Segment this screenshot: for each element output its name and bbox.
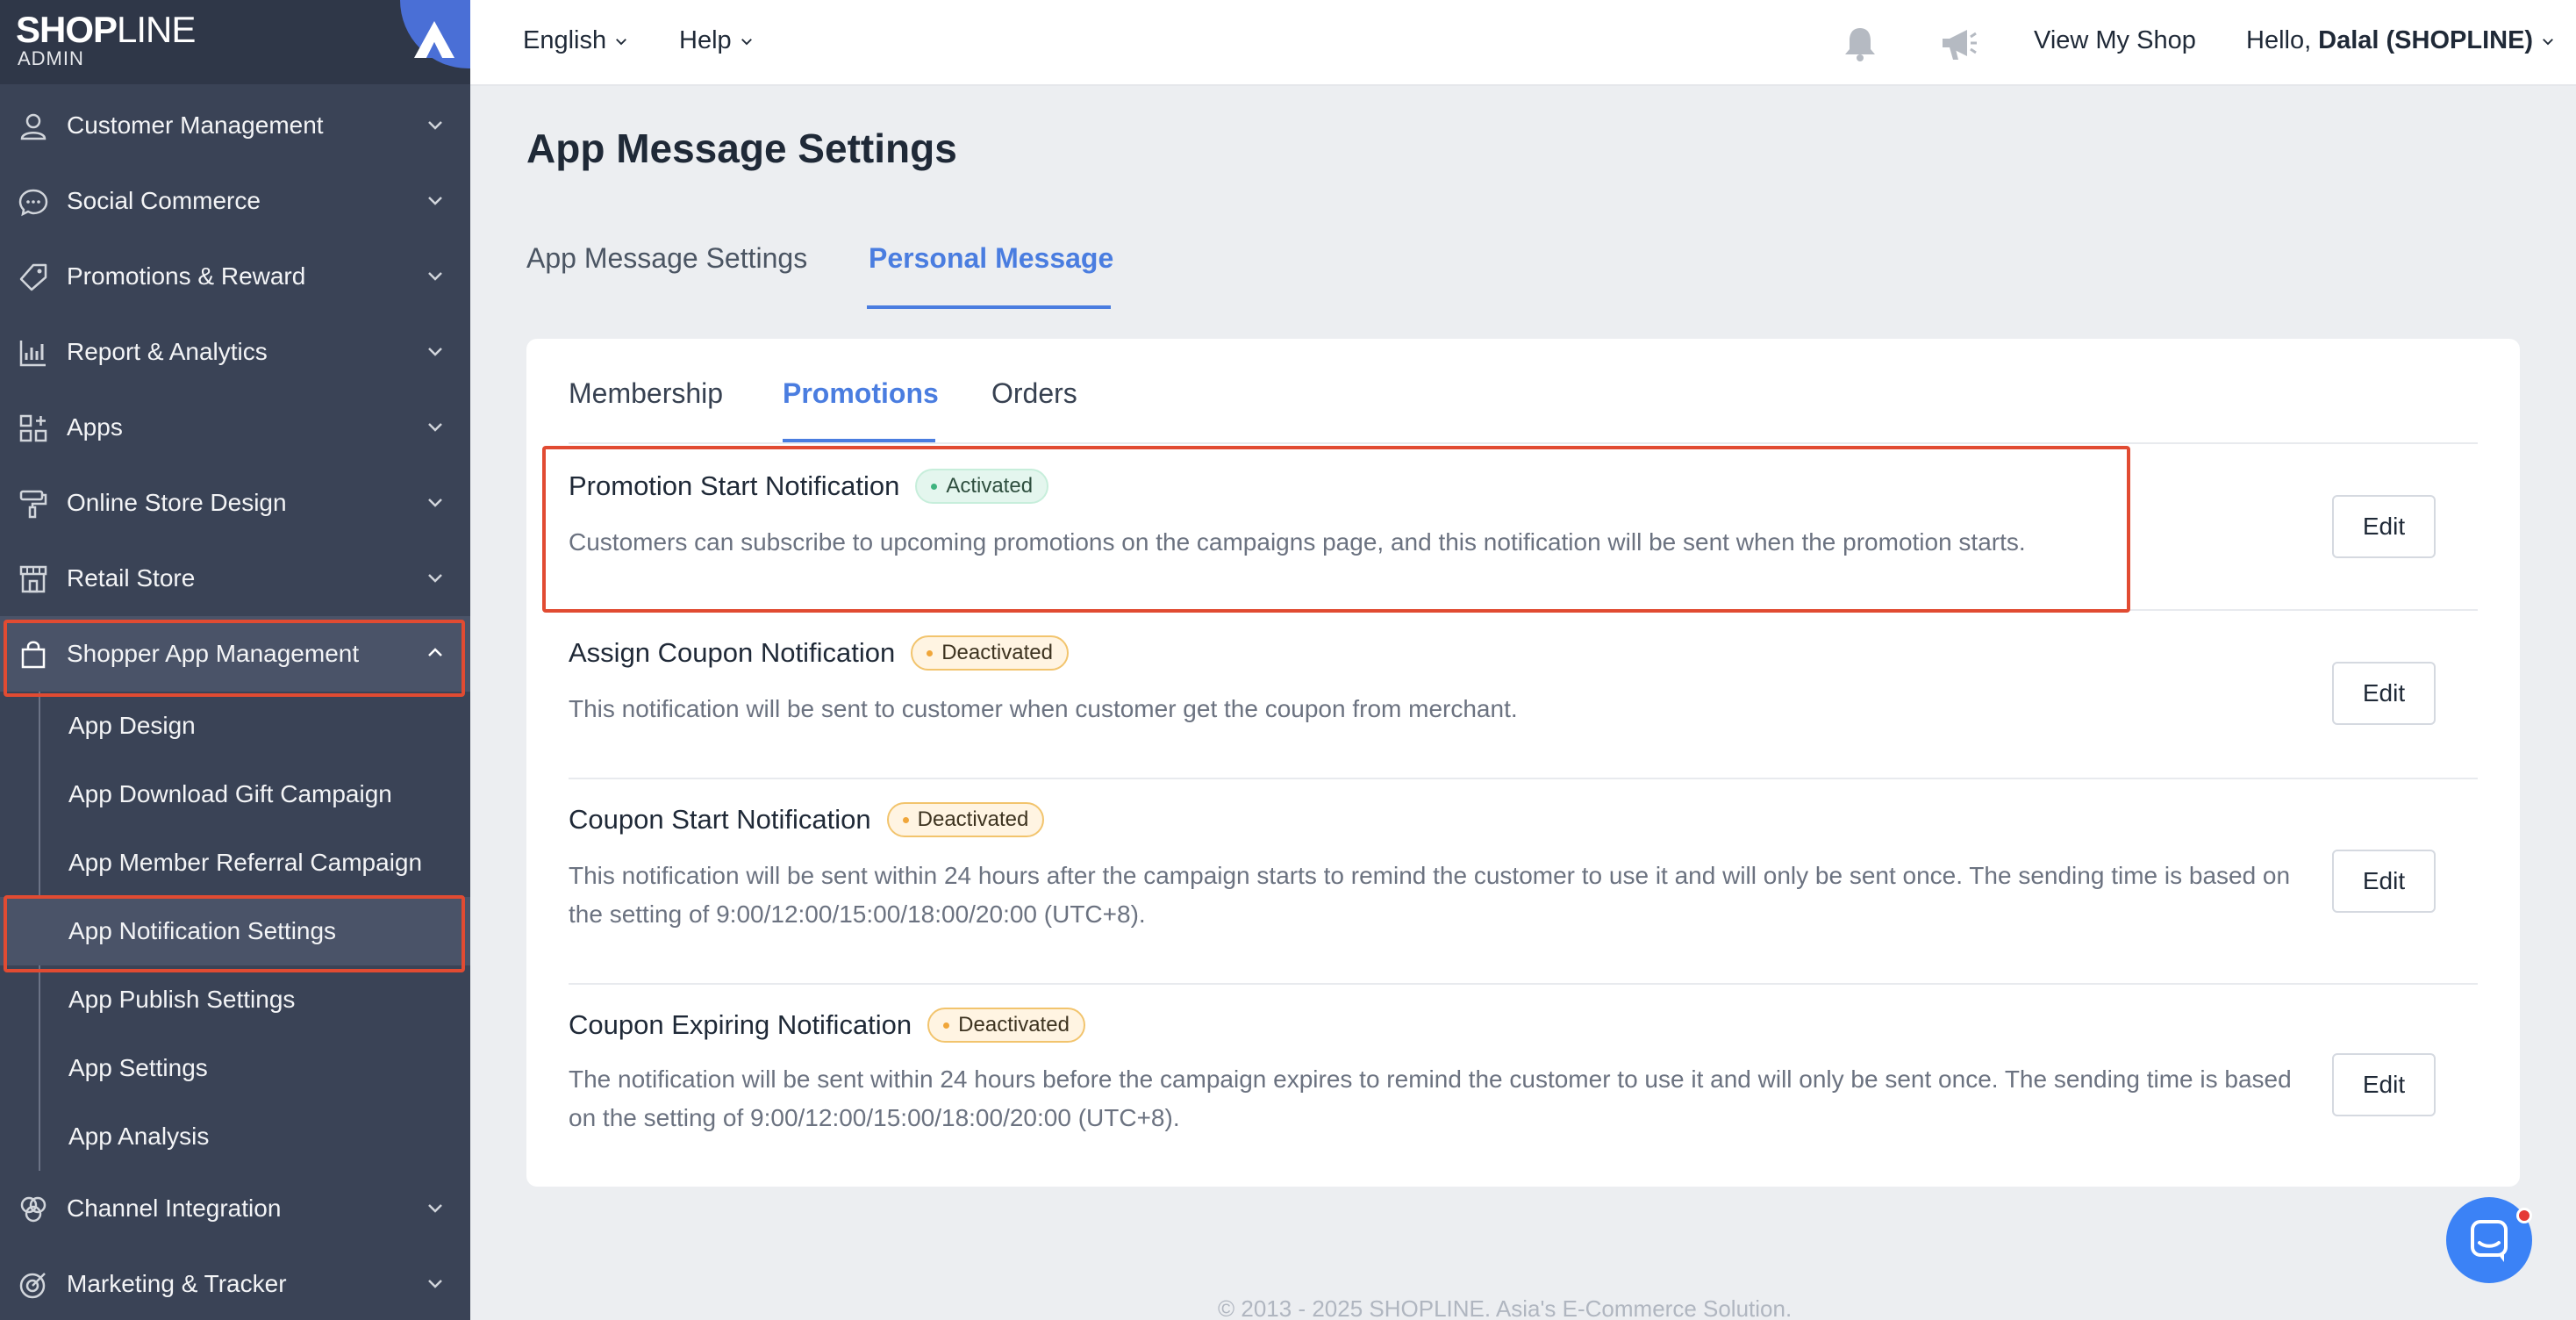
sidebar-item-label: Channel Integration: [67, 1194, 282, 1222]
chevron-down-icon: [428, 1204, 442, 1213]
highlight-box-shopper-app: [4, 620, 465, 697]
user-icon: [20, 113, 47, 140]
help-label: Help: [679, 26, 732, 54]
sidebar-subitem-app-publish-settings[interactable]: App Publish Settings: [0, 965, 470, 1034]
language-label: English: [523, 26, 607, 54]
chevron-down-icon: [428, 121, 442, 130]
status-label: Deactivated: [941, 641, 1053, 664]
tab-app-message-settings[interactable]: App Message Settings: [526, 242, 807, 275]
chevron-down-icon: [428, 423, 442, 432]
chevron-down-icon: [428, 1280, 442, 1288]
sidebar-item-report-analytics[interactable]: Report & Analytics: [0, 314, 470, 390]
chevron-down-icon: [428, 272, 442, 281]
sidebar-subitem-app-member-referral-campaign[interactable]: App Member Referral Campaign: [0, 829, 470, 897]
megaphone-icon[interactable]: [1937, 23, 1979, 65]
sidebar-item-online-store-design[interactable]: Online Store Design: [0, 465, 470, 541]
view-my-shop-link[interactable]: View My Shop: [2034, 26, 2196, 55]
user-name: Dalal (SHOPLINE): [2318, 26, 2534, 54]
page-title: App Message Settings: [526, 126, 957, 171]
user-menu[interactable]: Hello, Dalal (SHOPLINE): [2246, 26, 2556, 55]
chevron-down-icon: [616, 38, 627, 45]
footer-copyright: © 2013 - 2025 SHOPLINE. Asia's E-Commerc…: [1218, 1295, 1792, 1320]
paint-roller-icon: [19, 490, 47, 519]
edit-button[interactable]: Edit: [2332, 850, 2436, 913]
active-tab-indicator: [867, 305, 1111, 309]
chat-bubble-icon: [18, 189, 48, 217]
notification-row: Coupon Start Notification Deactivated Th…: [569, 779, 2478, 983]
subtab-promotions[interactable]: Promotions: [783, 377, 939, 410]
sidebar-subitem-app-settings[interactable]: App Settings: [0, 1034, 470, 1102]
sidebar-item-label: Marketing & Tracker: [67, 1270, 287, 1297]
sidebar-item-apps[interactable]: Apps: [0, 390, 470, 465]
shopline-logo[interactable]: SHOPLINE: [16, 9, 196, 51]
sidebar-subitem-app-download-gift-campaign[interactable]: App Download Gift Campaign: [0, 760, 470, 829]
chevron-down-icon: [741, 38, 752, 45]
bar-chart-icon: [19, 341, 46, 367]
brand-mark-icon: [400, 0, 470, 68]
highlight-box-notification-settings: [4, 895, 465, 972]
notification-title: Assign Coupon Notification: [569, 637, 896, 668]
status-label: Deactivated: [917, 807, 1029, 831]
status-label: Deactivated: [958, 1013, 1070, 1037]
status-dot: [927, 649, 934, 656]
chevron-down-icon: [428, 197, 442, 205]
notification-description: The notification will be sent within 24 …: [569, 1065, 2292, 1131]
sidebar-item-label: Online Store Design: [67, 489, 287, 516]
top-bar: English Help View My Shop Hello, Dalal (…: [470, 0, 2576, 86]
sidebar-subitem-app-design[interactable]: App Design: [0, 692, 470, 760]
status-badge: Deactivated: [911, 635, 1069, 671]
sidebar: SHOPLINE ADMIN Customer Management Socia…: [0, 0, 470, 1320]
unread-indicator: [2516, 1208, 2532, 1223]
sidebar-item-marketing-tracker[interactable]: Marketing & Tracker: [0, 1246, 470, 1320]
status-badge: Deactivated: [927, 1008, 1085, 1043]
greeting-text: Hello,: [2246, 26, 2312, 54]
status-dot: [943, 1022, 950, 1029]
edit-button[interactable]: Edit: [2332, 495, 2436, 558]
tag-icon: [19, 263, 47, 291]
chevron-down-icon: [428, 574, 442, 583]
status-badge: Deactivated: [886, 802, 1045, 837]
sidebar-item-promotions-reward[interactable]: Promotions & Reward: [0, 239, 470, 314]
edit-button[interactable]: Edit: [2332, 1053, 2436, 1116]
target-icon: [19, 1273, 46, 1299]
subtab-orders[interactable]: Orders: [991, 377, 1077, 410]
sidebar-item-social-commerce[interactable]: Social Commerce: [0, 163, 470, 239]
sidebar-item-label: Report & Analytics: [67, 338, 268, 365]
notification-description: This notification will be sent to custom…: [569, 695, 1518, 722]
chevron-down-icon: [2543, 38, 2554, 45]
status-dot: [902, 816, 909, 823]
notification-title-row: Coupon Start Notification Deactivated: [569, 802, 1045, 837]
chevron-down-icon: [428, 348, 442, 356]
edit-button[interactable]: Edit: [2332, 662, 2436, 725]
bell-icon[interactable]: [1839, 23, 1881, 65]
apps-grid-icon: [19, 414, 47, 442]
integration-icon: [20, 1196, 47, 1223]
sidebar-item-label: Promotions & Reward: [67, 262, 306, 290]
notification-row: Coupon Expiring Notification Deactivated…: [569, 985, 2478, 1187]
sidebar-item-retail-store[interactable]: Retail Store: [0, 541, 470, 616]
sidebar-item-label: Customer Management: [67, 111, 324, 139]
sidebar-nav: Customer Management Social Commerce Prom…: [0, 88, 470, 1320]
notification-title: Coupon Start Notification: [569, 804, 871, 835]
notification-title: Coupon Expiring Notification: [569, 1009, 912, 1040]
sidebar-subitem-app-analysis[interactable]: App Analysis: [0, 1102, 470, 1171]
tab-personal-message[interactable]: Personal Message: [869, 242, 1113, 275]
sidebar-item-channel-integration[interactable]: Channel Integration: [0, 1171, 470, 1246]
sidebar-item-label: Apps: [67, 413, 123, 441]
help-menu[interactable]: Help: [679, 26, 755, 55]
subtab-membership[interactable]: Membership: [569, 377, 723, 410]
logo-area: SHOPLINE ADMIN: [0, 0, 470, 84]
sidebar-item-label: Social Commerce: [67, 187, 261, 214]
sidebar-item-customer-management[interactable]: Customer Management: [0, 88, 470, 163]
store-icon: [19, 565, 47, 593]
notification-row: Assign Coupon Notification Deactivated T…: [569, 611, 2478, 778]
chevron-down-icon: [428, 499, 442, 507]
logo-subtitle: ADMIN: [18, 47, 84, 69]
sidebar-item-label: Retail Store: [67, 564, 196, 592]
notification-title-row: Assign Coupon Notification Deactivated: [569, 635, 1069, 671]
language-selector[interactable]: English: [523, 26, 629, 55]
notification-title-row: Coupon Expiring Notification Deactivated: [569, 1008, 1085, 1043]
highlight-box-promotion-start: [542, 446, 2130, 613]
notification-description: This notification will be sent within 24…: [569, 862, 2291, 928]
